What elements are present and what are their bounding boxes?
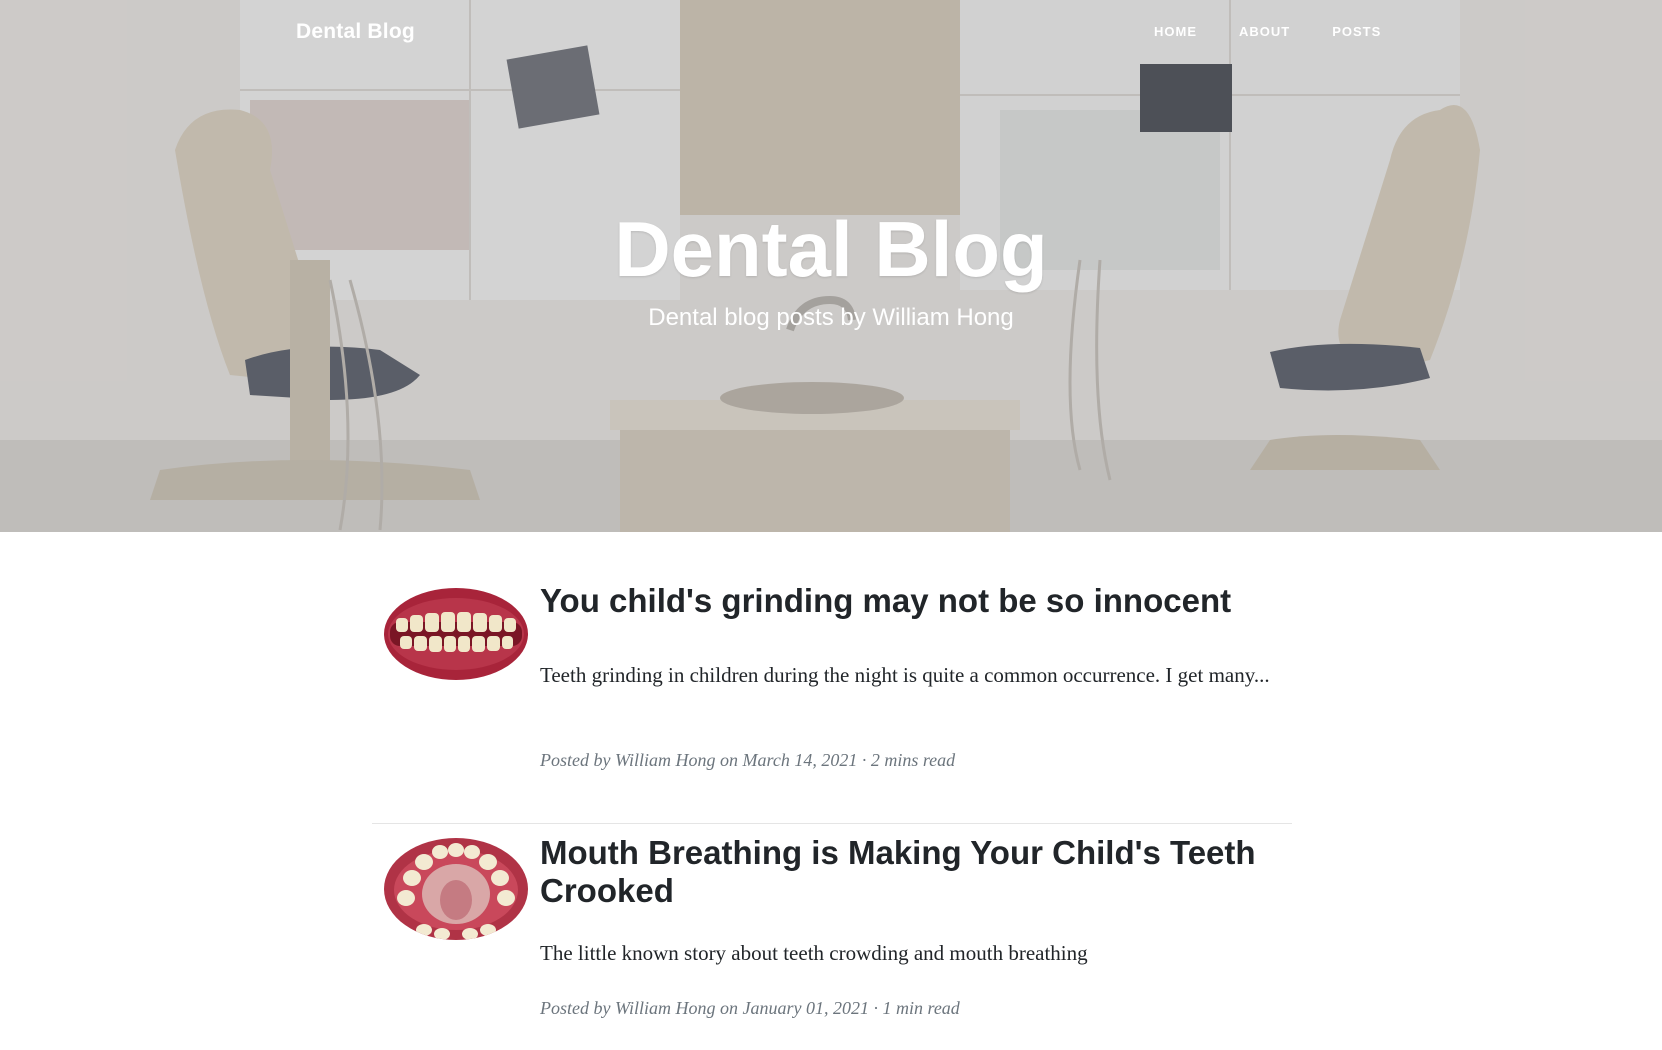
site-subheading: Dental blog posts by William Hong xyxy=(648,304,1014,331)
post-date: on March 14, 2021 xyxy=(720,750,858,770)
post-author-link[interactable]: William Hong xyxy=(615,998,716,1018)
post-excerpt: Teeth grinding in children during the ni… xyxy=(540,663,1270,687)
main-nav: HOME ABOUT POSTS xyxy=(1154,24,1381,39)
post-date: on January 01, 2021 xyxy=(720,998,869,1018)
post-meta: Posted by William Hong on January 01, 20… xyxy=(540,998,1280,1019)
post-title-link[interactable]: You child's grinding may not be so innoc… xyxy=(540,582,1280,620)
post-meta: Posted by William Hong on March 14, 2021… xyxy=(540,750,1280,771)
post-read-time: · 2 mins read xyxy=(861,750,956,770)
post-preview: Mouth Breathing is Making Your Child's T… xyxy=(372,824,1292,1050)
post-author-link[interactable]: William Hong xyxy=(615,750,716,770)
brand-link[interactable]: Dental Blog xyxy=(296,20,415,44)
post-list: You child's grinding may not be so innoc… xyxy=(372,532,1292,1018)
nav-link-about[interactable]: ABOUT xyxy=(1239,24,1290,39)
post-meta-prefix: Posted by xyxy=(540,998,611,1018)
post-title-link[interactable]: Mouth Breathing is Making Your Child's T… xyxy=(540,834,1280,910)
post-meta-prefix: Posted by xyxy=(540,750,611,770)
post-preview: You child's grinding may not be so innoc… xyxy=(372,532,1292,823)
post-thumbnail-image[interactable] xyxy=(384,838,528,940)
post-excerpt: The little known story about teeth crowd… xyxy=(540,941,1088,965)
post-read-time: · 1 min read xyxy=(873,998,960,1018)
nav-link-posts[interactable]: POSTS xyxy=(1332,24,1381,39)
post-thumbnail-image[interactable] xyxy=(384,588,528,680)
masthead: Dental Blog HOME ABOUT POSTS Dental Blog… xyxy=(0,0,1662,532)
nav-link-home[interactable]: HOME xyxy=(1154,24,1197,39)
site-heading: Dental Blog xyxy=(614,205,1048,293)
